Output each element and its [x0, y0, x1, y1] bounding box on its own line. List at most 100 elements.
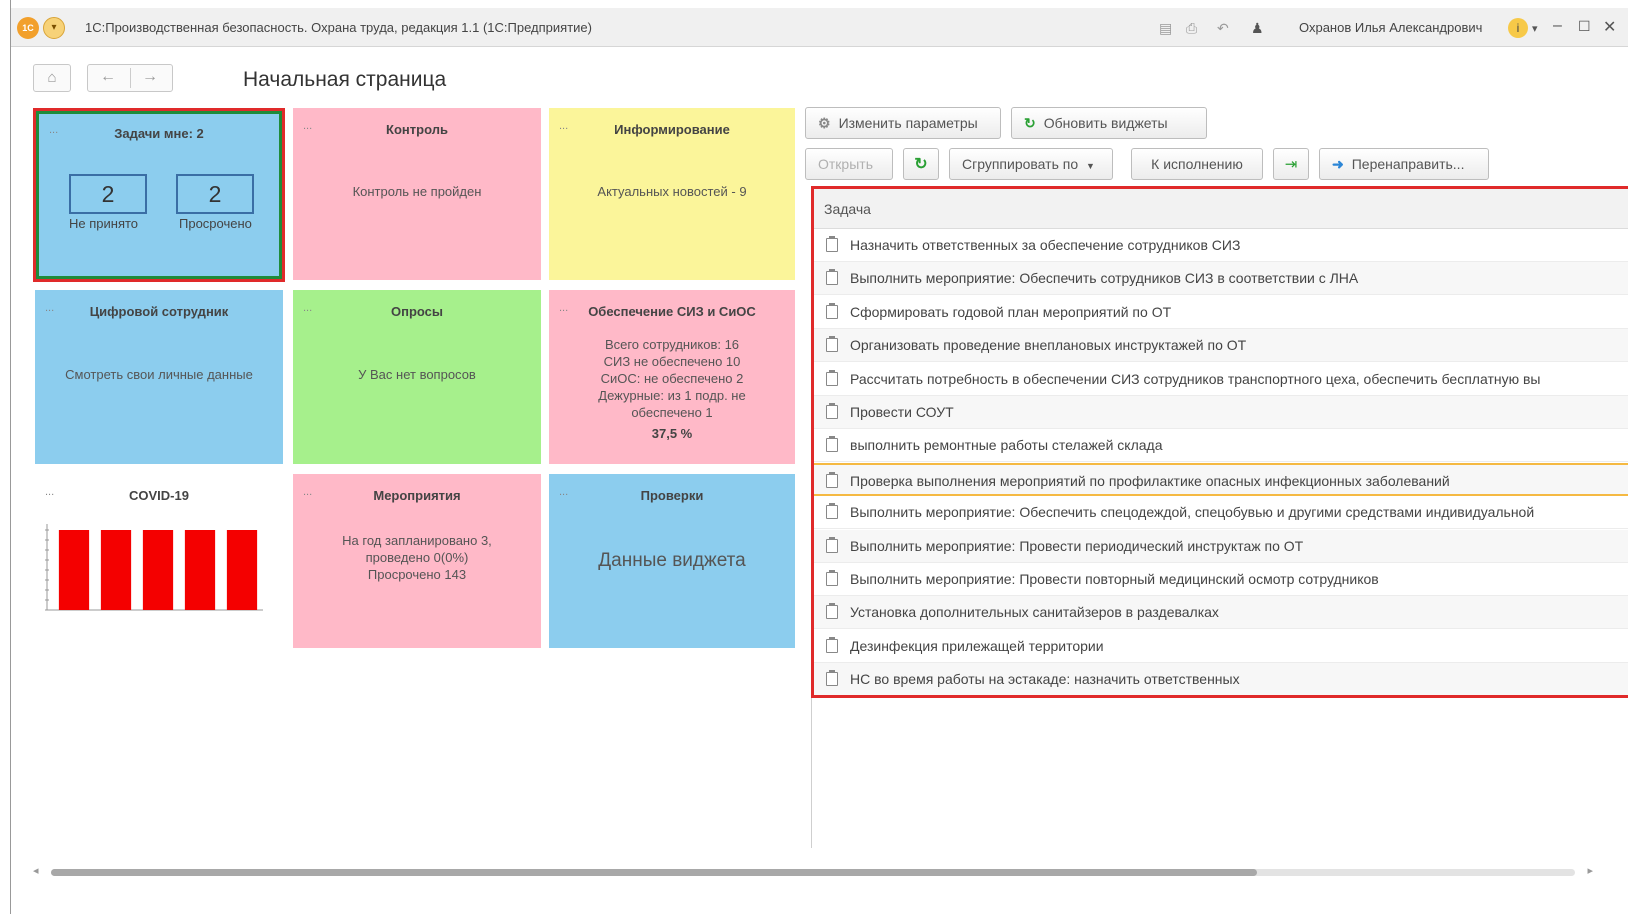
overdue-label: Просрочено	[179, 216, 252, 231]
settings-icon: ⚙	[818, 115, 831, 131]
task-title: Сформировать годовой план мероприятий по…	[850, 303, 1172, 320]
task-row[interactable]: Выполнить мероприятие: Обеспечить сотруд…	[814, 262, 1628, 296]
checks-widget[interactable]: ... Проверки Данные виджета	[549, 474, 795, 648]
task-row[interactable]: Рассчитать потребность в обеспечении СИЗ…	[814, 363, 1628, 396]
widget-text: Актуальных новостей - 9	[597, 184, 747, 199]
not-accepted-label: Не принято	[69, 216, 139, 231]
task-row[interactable]: Организовать проведение внеплановых инст…	[814, 329, 1628, 363]
group-by-button[interactable]: Сгруппировать по ▼	[949, 148, 1113, 180]
not-accepted-count[interactable]: 2	[69, 174, 147, 214]
widget-title: Задачи мне: 2	[114, 126, 204, 141]
refresh-widgets-button[interactable]: ↻ Обновить виджеты	[1011, 107, 1207, 139]
task-icon	[826, 503, 838, 520]
nav-divider	[130, 68, 131, 88]
task-column-header[interactable]: Задача	[814, 189, 1628, 229]
surveys-widget[interactable]: ... Опросы У Вас нет вопросов	[293, 290, 541, 464]
ppe-widget[interactable]: ... Обеспечение СИЗ и СиОС Всего сотрудн…	[549, 290, 795, 464]
home-button[interactable]: ⌂	[33, 64, 71, 92]
maximize-icon[interactable]: ☐	[1578, 18, 1591, 35]
to-execution-button[interactable]: К исполнению	[1131, 148, 1263, 180]
redirect-button[interactable]: ➜ Перенаправить...	[1319, 148, 1489, 180]
digital-employee-widget[interactable]: ... Цифровой сотрудник Смотреть свои лич…	[35, 290, 283, 464]
task-row[interactable]: Проверка выполнения мероприятий по профи…	[814, 462, 1628, 496]
redirect-label: Перенаправить...	[1351, 156, 1465, 172]
covid-bar-chart	[45, 524, 263, 611]
ppe-percent: 37,5 %	[651, 426, 693, 441]
widget-title: COVID-19	[129, 488, 189, 503]
group-by-label: Сгруппировать по	[962, 156, 1079, 172]
task-row[interactable]: Дезинфекция прилежащей территории	[814, 630, 1628, 663]
task-title: Выполнить мероприятие: Провести периодич…	[850, 537, 1304, 554]
task-row[interactable]: Выполнить мероприятие: Провести повторны…	[814, 563, 1628, 596]
panel-divider	[811, 698, 812, 848]
task-icon	[826, 471, 838, 488]
save-icon[interactable]: ▤	[1159, 20, 1172, 37]
main-menu-button[interactable]: ▾	[43, 17, 65, 39]
task-row[interactable]: Выполнить мероприятие: Обеспечить спецод…	[814, 496, 1628, 530]
task-title: НС во время работы на эстакаде: назначит…	[850, 671, 1240, 688]
task-title: Рассчитать потребность в обеспечении СИЗ…	[850, 370, 1541, 387]
task-icon	[826, 302, 838, 319]
widget-data-text: Данные виджета	[598, 550, 746, 571]
task-row[interactable]: Провести СОУТ	[814, 396, 1628, 429]
overdue-count[interactable]: 2	[176, 174, 254, 214]
change-params-button[interactable]: ⚙ Изменить параметры	[805, 107, 1001, 139]
task-icon	[826, 636, 838, 653]
close-icon[interactable]: ✕	[1603, 17, 1616, 37]
back-history-icon[interactable]: ↶	[1217, 20, 1229, 37]
redirect-arrow-icon: ➜	[1332, 156, 1344, 172]
window-title: 1С:Производственная безопасность. Охрана…	[85, 20, 592, 35]
task-icon	[826, 236, 838, 252]
ppe-line-duty-2: обеспечено 1	[631, 405, 713, 420]
task-row[interactable]: Назначить ответственных за обеспечение с…	[814, 229, 1628, 262]
info-icon[interactable]: i	[1508, 18, 1528, 38]
events-line-done: проведено 0(0%)	[365, 550, 469, 565]
forward-arrow-icon[interactable]: →	[142, 68, 158, 86]
refresh-list-button[interactable]: ↻	[903, 148, 939, 180]
widget-text: Смотреть свои личные данные	[65, 367, 253, 382]
user-icon: ♟	[1251, 20, 1264, 36]
tasks-widget[interactable]: ... Задачи мне: 2 2 Не принято 2 Просроч…	[36, 111, 282, 279]
task-row[interactable]: Сформировать годовой план мероприятий по…	[814, 296, 1628, 329]
widget-title: Цифровой сотрудник	[89, 304, 229, 319]
ppe-line-siz: СИЗ не обеспечено 10	[603, 354, 741, 369]
task-title: Организовать проведение внеплановых инст…	[850, 337, 1247, 354]
horizontal-scrollbar[interactable]: ◂ ▸	[33, 864, 1593, 878]
control-widget[interactable]: ... Контроль Контроль не пройден	[293, 108, 541, 280]
widget-title: Контроль	[386, 122, 448, 137]
task-row[interactable]: Установка дополнительных санитайзеров в …	[814, 596, 1628, 630]
scroll-right-icon[interactable]: ▸	[1587, 864, 1593, 877]
task-title: Проверка выполнения мероприятий по профи…	[850, 472, 1450, 489]
export-button[interactable]: ⇥	[1273, 148, 1309, 180]
current-user[interactable]: Охранов Илья Александрович	[1299, 20, 1482, 35]
home-icon: ⌂	[47, 69, 57, 86]
events-widget[interactable]: ... Мероприятия На год запланировано 3, …	[293, 474, 541, 648]
informing-widget[interactable]: ... Информирование Актуальных новостей -…	[549, 108, 795, 280]
task-row[interactable]: выполнить ремонтные работы стелажей скла…	[814, 429, 1628, 463]
task-title: Провести СОУТ	[850, 404, 954, 420]
covid-bar	[226, 530, 258, 610]
scroll-thumb[interactable]	[51, 869, 1257, 876]
widget-title: Опросы	[390, 304, 443, 319]
scroll-left-icon[interactable]: ◂	[33, 864, 39, 877]
task-icon	[826, 269, 838, 286]
open-button[interactable]: Открыть	[805, 148, 893, 180]
title-bar: 1С ▾ 1С:Производственная безопасность. О…	[11, 8, 1628, 47]
back-arrow-icon[interactable]: ←	[100, 68, 116, 86]
minimize-icon[interactable]: –	[1553, 17, 1562, 35]
covid-bar	[184, 530, 216, 610]
task-icon	[826, 403, 838, 419]
covid-bar	[58, 530, 90, 610]
widget-title: Проверки	[640, 488, 704, 503]
task-row[interactable]: НС во время работы на эстакаде: назначит…	[814, 663, 1628, 695]
task-row[interactable]: Выполнить мероприятие: Провести периодич…	[814, 529, 1628, 563]
refresh-widgets-label: Обновить виджеты	[1043, 115, 1168, 131]
events-line-planned: На год запланировано 3,	[342, 533, 492, 548]
ppe-line-duty: Дежурные: из 1 подр. не	[598, 388, 746, 403]
dropdown-icon[interactable]: ▾	[1532, 22, 1538, 35]
print-icon[interactable]: ⎙	[1186, 20, 1197, 37]
covid-widget[interactable]: ... COVID-19	[35, 474, 283, 648]
1c-logo-icon: 1С	[17, 17, 39, 39]
task-title: Дезинфекция прилежащей территории	[850, 637, 1104, 654]
task-title: Установка дополнительных санитайзеров в …	[850, 604, 1219, 621]
